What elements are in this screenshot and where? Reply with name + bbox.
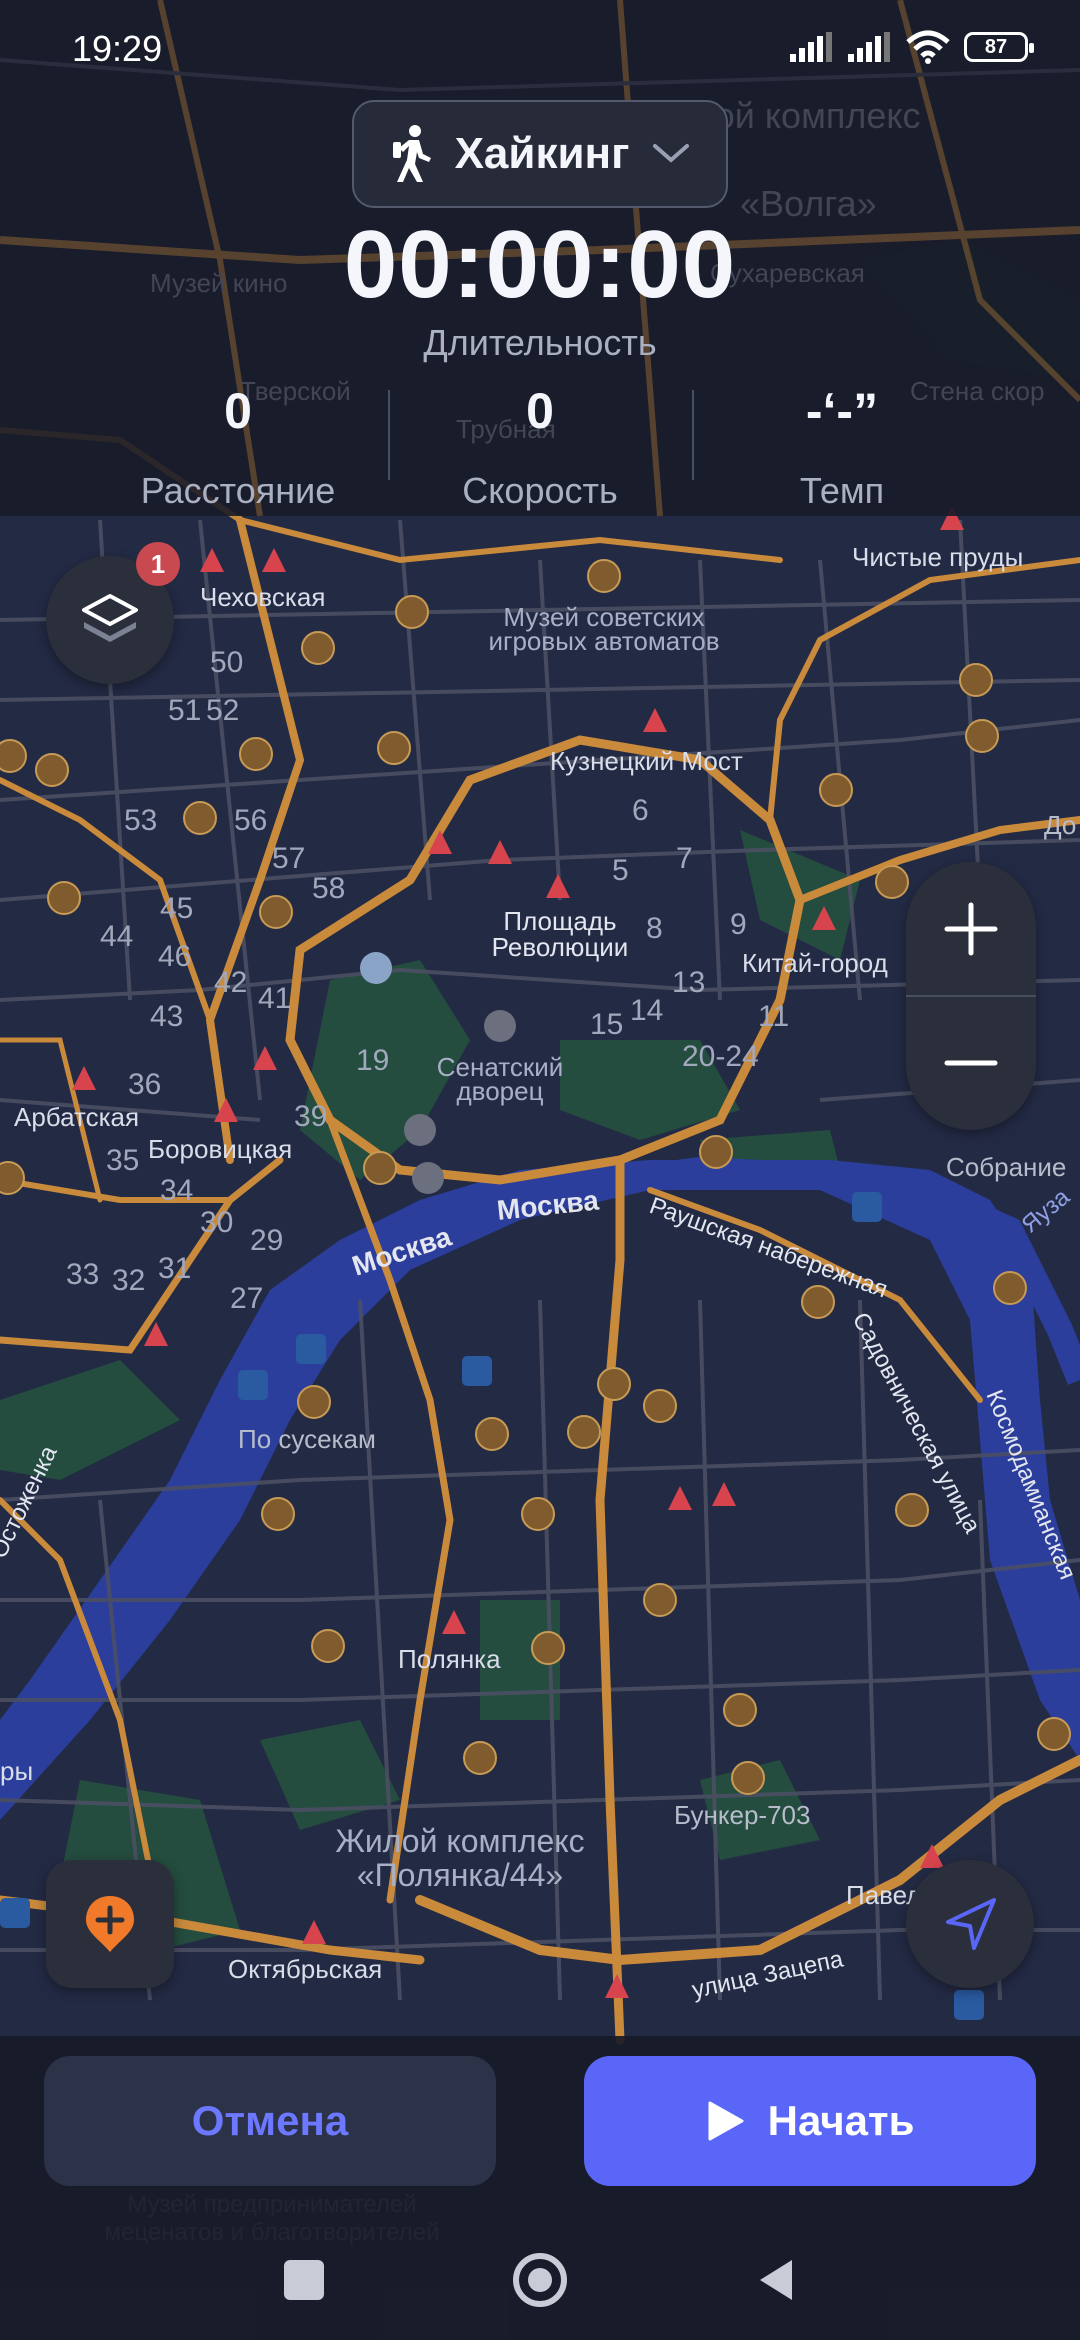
house-number-label: 34	[160, 1174, 193, 1207]
add-pin-icon	[86, 1896, 134, 1952]
house-number-label: 56	[234, 804, 267, 837]
home-button[interactable]	[508, 2248, 572, 2312]
house-number-label: 46	[158, 940, 191, 973]
label-po-susekam: По сусекам	[238, 1424, 376, 1454]
play-icon	[708, 2101, 744, 2141]
stat-speed: 0 Скорость	[390, 382, 690, 512]
zoom-in-button[interactable]	[906, 862, 1036, 996]
house-number-label: 11	[758, 1000, 789, 1033]
duration-timer: 00:00:00	[343, 211, 737, 318]
house-number-label: 36	[128, 1068, 161, 1101]
house-number-label: 9	[730, 908, 747, 941]
navigation-arrow-icon	[946, 1898, 996, 1950]
stat-speed-value: 0	[526, 383, 554, 439]
house-number-label: 44	[100, 920, 133, 953]
house-number-label: 41	[258, 982, 291, 1015]
house-number-label: 14	[630, 994, 663, 1027]
label-complex-polyanka-1: Жилой комплекс	[335, 1823, 584, 1859]
house-number-label: 5	[612, 854, 629, 887]
label-museum-automata-2: игровых автоматов	[488, 626, 719, 656]
house-number-label: 53	[124, 804, 157, 837]
cancel-button[interactable]: Отмена	[44, 2056, 496, 2186]
label-sobranie: Собрание	[946, 1152, 1066, 1182]
house-number-label: 43	[150, 1000, 183, 1033]
back-button[interactable]	[744, 2248, 808, 2312]
house-number-label: 51	[168, 694, 201, 727]
house-number-label: 33	[66, 1258, 99, 1291]
label-chekhovskaya: Чеховская	[200, 582, 325, 612]
add-waypoint-button[interactable]	[46, 1860, 174, 1988]
signal-icon	[790, 32, 832, 62]
back-triangle-icon	[760, 2260, 792, 2300]
label-senate-2: дворец	[457, 1076, 544, 1106]
house-number-label: 32	[112, 1264, 145, 1297]
stat-speed-label: Скорость	[462, 470, 618, 511]
house-number-label: 50	[210, 646, 243, 679]
layers-icon	[82, 594, 138, 642]
status-time: 19:29	[72, 28, 163, 69]
house-number-label: 45	[160, 892, 193, 925]
label-oktyabrskaya: Октябрьская	[228, 1954, 382, 1984]
house-number-label: 52	[206, 694, 239, 727]
hiking-icon	[392, 125, 431, 182]
stat-distance-value: 0	[224, 383, 252, 439]
plus-icon	[944, 902, 998, 956]
label-bunker: Бункер-703	[674, 1800, 810, 1830]
duration-label: Длительность	[423, 322, 657, 363]
label-chistye-prudy: Чистые пруды	[852, 542, 1023, 572]
house-number-label: 57	[272, 842, 305, 875]
label-ry: ры	[0, 1756, 33, 1786]
stat-distance: 0 Расстояние	[88, 382, 388, 512]
battery-icon: 87	[964, 32, 1034, 62]
house-number-label: 7	[676, 842, 693, 875]
house-number-label: 35	[106, 1144, 139, 1177]
house-number-label: 15	[590, 1008, 623, 1041]
house-number-label: 19	[356, 1044, 389, 1077]
start-button-label: Начать	[767, 2097, 915, 2144]
stat-pace-value: -‘-”	[805, 383, 879, 439]
label-complex-polyanka-2: «Полянка/44»	[357, 1857, 563, 1893]
signal-icon-2	[848, 32, 890, 62]
stat-pace-label: Темп	[799, 470, 885, 511]
status-bar: 19:29 87	[0, 0, 1080, 100]
chevron-down-icon	[653, 144, 690, 163]
house-number-label: 39	[294, 1100, 327, 1133]
house-number-label: 31	[158, 1252, 191, 1285]
wifi-icon	[906, 30, 950, 64]
house-number-label: 13	[672, 966, 705, 999]
map-layers-button[interactable]: 1	[46, 542, 180, 684]
minus-icon	[944, 1060, 998, 1066]
house-number-label: 8	[646, 912, 663, 945]
stat-distance-label: Расстояние	[140, 470, 336, 511]
label-arbatskaya: Арбатская	[14, 1102, 139, 1132]
label-do: До	[1044, 810, 1076, 840]
square-icon	[284, 2260, 324, 2300]
house-number-label: 27	[230, 1282, 263, 1315]
zoom-out-button[interactable]	[906, 996, 1036, 1130]
label-kitay-gorod: Китай-город	[742, 948, 888, 978]
layers-badge: 1	[136, 542, 180, 586]
house-number-label: 20-24	[682, 1040, 759, 1073]
label-kuznetsky-most: Кузнецкий Мост	[550, 746, 743, 776]
recents-button[interactable]	[272, 2248, 336, 2312]
my-location-button[interactable]	[906, 1860, 1034, 1988]
house-number-label: 30	[200, 1206, 233, 1239]
activity-type-selector[interactable]: Хайкинг	[352, 100, 728, 208]
house-number-label: 58	[312, 872, 345, 905]
label-polyanka: Полянка	[398, 1644, 501, 1674]
stat-pace: -‘-” Темп	[692, 382, 992, 512]
circle-icon	[513, 2253, 567, 2307]
zoom-controls	[906, 862, 1036, 1130]
house-number-label: 6	[632, 794, 649, 827]
label-revolution-2: Революции	[492, 932, 629, 962]
house-number-label: 42	[214, 966, 247, 999]
start-button[interactable]: Начать	[584, 2056, 1036, 2186]
label-borovitskaya: Боровицкая	[148, 1134, 292, 1164]
system-navigation-bar	[0, 2220, 1080, 2340]
activity-type-label: Хайкинг	[454, 129, 630, 178]
house-number-label: 29	[250, 1224, 283, 1257]
